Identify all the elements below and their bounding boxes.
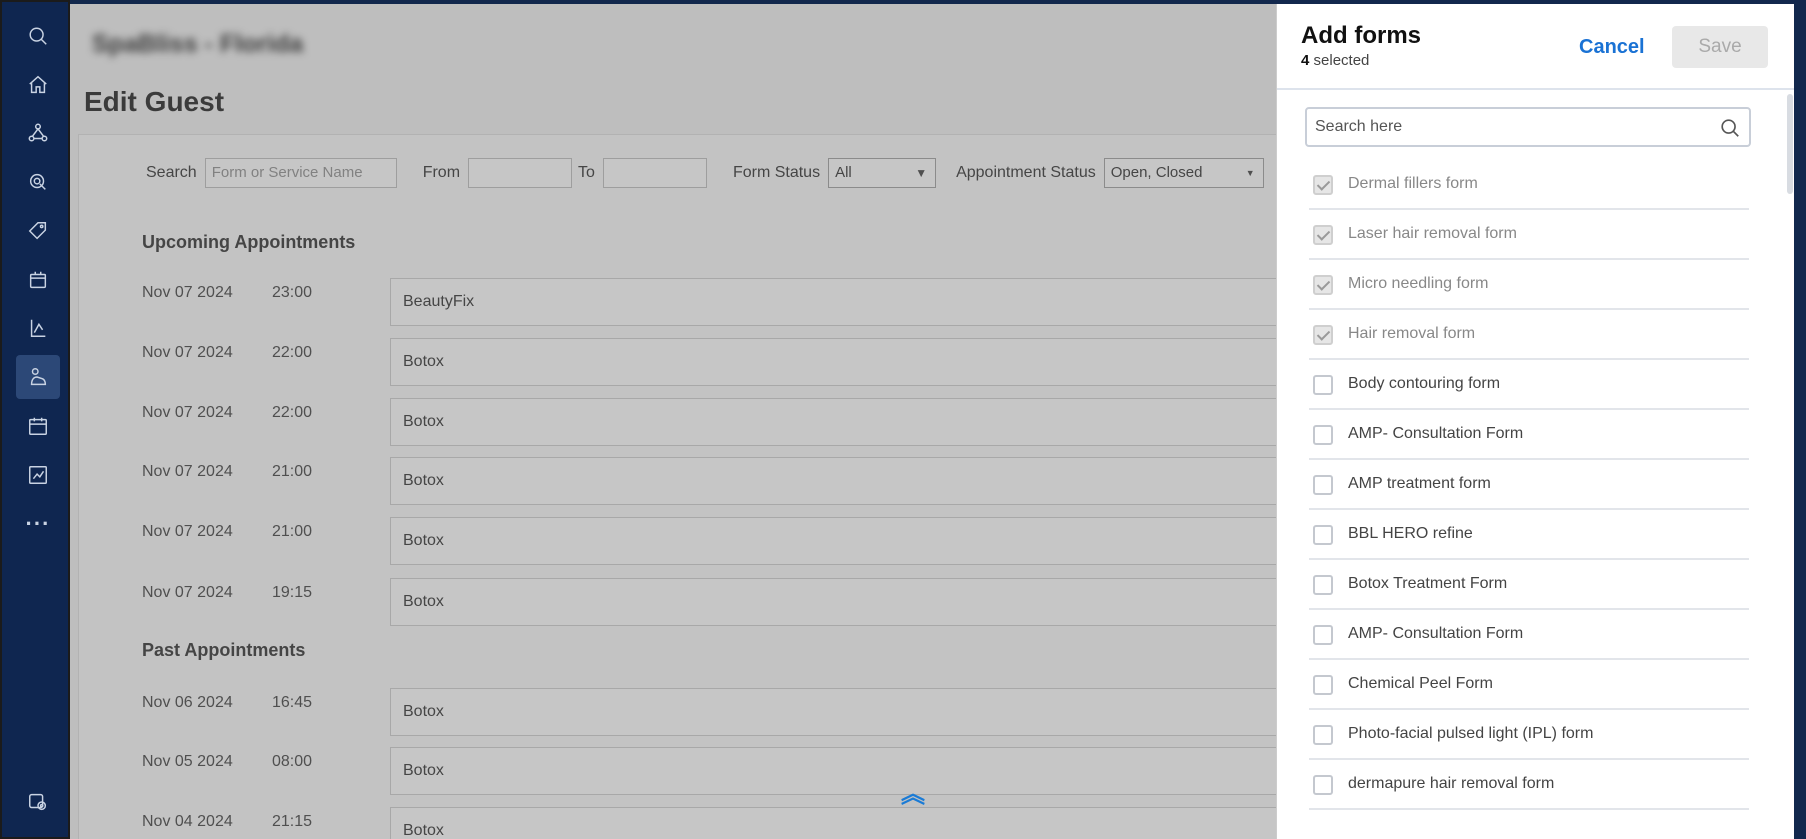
list-item[interactable]: Hair removal form [1309,310,1749,360]
more-icon[interactable]: ··· [16,502,60,546]
panel-header: Add forms 4 selected Cancel Save [1277,4,1794,90]
selected-number: 4 [1301,52,1310,69]
modal-overlay[interactable] [70,4,1276,839]
add-forms-panel: Add forms 4 selected Cancel Save Search … [1276,4,1794,839]
panel-scrollbar[interactable] [1787,94,1793,194]
form-label: Botox Treatment Form [1348,575,1508,592]
form-label: AMP treatment form [1348,475,1491,492]
checkbox[interactable] [1313,675,1333,695]
list-item[interactable]: BBL HERO refine [1309,510,1749,560]
list-item[interactable]: AMP treatment form [1309,460,1749,510]
forms-search-input[interactable]: Search here [1305,107,1751,147]
checkbox[interactable] [1313,475,1333,495]
list-item[interactable]: Dermal fillers form [1309,160,1749,210]
list-item[interactable]: AMP- Consultation Form [1309,410,1749,460]
form-label: Body contouring form [1348,375,1501,392]
list-item[interactable]: AMP- Consultation Form [1309,610,1749,660]
scroll-to-top-icon[interactable]: ︽ [898,780,928,810]
list-item[interactable]: Chemical Peel Form [1309,660,1749,710]
list-item[interactable]: dermapure hair removal form [1309,760,1749,810]
checkbox[interactable] [1313,325,1333,345]
calendar-icon[interactable] [16,404,60,448]
form-label: Laser hair removal form [1348,225,1517,242]
checkbox[interactable] [1313,625,1333,645]
home-icon[interactable] [16,63,60,107]
selected-suffix: selected [1313,52,1370,69]
list-item[interactable]: Botox Treatment Form [1309,560,1749,610]
package-icon[interactable] [16,258,60,302]
network-icon[interactable] [16,111,60,155]
guest-icon[interactable] [16,355,60,399]
save-button[interactable]: Save [1672,26,1768,68]
checkbox[interactable] [1313,425,1333,445]
checkbox[interactable] [1313,275,1333,295]
panel-title: Add forms [1301,22,1421,49]
reports-icon[interactable] [16,306,60,350]
cancel-button[interactable]: Cancel [1579,36,1645,59]
form-label: Micro needling form [1348,275,1489,292]
list-item[interactable]: Photo-facial pulsed light (IPL) form [1309,710,1749,760]
checkbox[interactable] [1313,575,1333,595]
form-label: BBL HERO refine [1348,525,1473,542]
checkbox[interactable] [1313,775,1333,795]
form-label: Chemical Peel Form [1348,675,1493,692]
forms-list: Dermal fillers form Laser hair removal f… [1309,160,1749,810]
search-placeholder: Search here [1315,118,1403,135]
checkbox[interactable] [1313,225,1333,245]
list-item[interactable]: Laser hair removal form [1309,210,1749,260]
settings-icon[interactable] [16,780,60,824]
analytics-icon[interactable] [16,453,60,497]
list-item[interactable]: Body contouring form [1309,360,1749,410]
checkbox[interactable] [1313,525,1333,545]
form-label: Dermal fillers form [1348,175,1478,192]
form-label: dermapure hair removal form [1348,775,1555,792]
checkbox[interactable] [1313,175,1333,195]
form-label: Hair removal form [1348,325,1476,342]
search-icon [1721,119,1739,137]
search-icon[interactable] [16,14,60,58]
checkbox[interactable] [1313,375,1333,395]
tag-icon[interactable] [16,209,60,253]
form-label: AMP- Consultation Form [1348,425,1524,442]
marketing-icon[interactable] [16,160,60,204]
selected-count: 4 selected [1301,52,1369,69]
checkbox[interactable] [1313,725,1333,745]
form-label: Photo-facial pulsed light (IPL) form [1348,725,1594,742]
form-label: AMP- Consultation Form [1348,625,1524,642]
sidebar-nav: ··· [0,0,70,839]
list-item[interactable]: Micro needling form [1309,260,1749,310]
